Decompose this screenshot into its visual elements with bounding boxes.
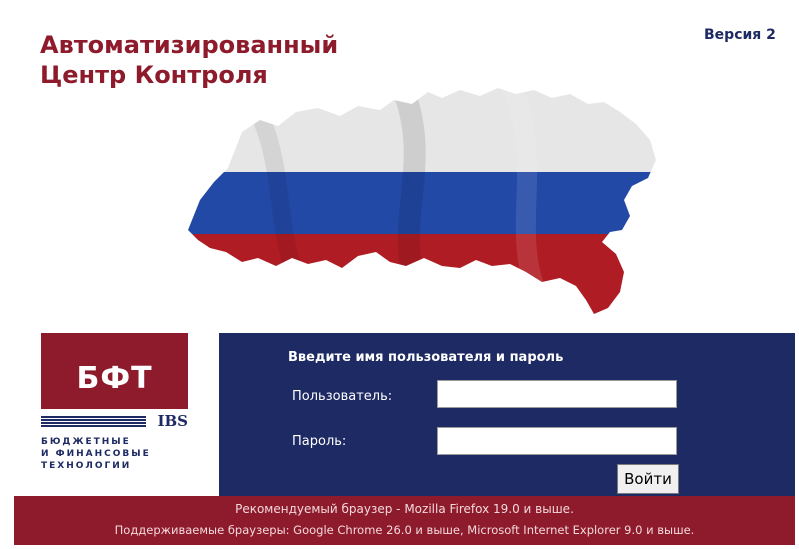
version-label: Версия 2 [704, 27, 776, 43]
russia-flag-map-icon [188, 88, 656, 314]
footer: Рекомендуемый браузер - Mozilla Firefox … [14, 496, 795, 545]
supported-browsers-text: Поддерживаемые браузеры: Google Chrome 2… [114, 523, 695, 537]
login-heading: Введите имя пользователя и пароль [288, 350, 564, 365]
logo-ibs-stripes [41, 416, 146, 427]
recommended-browser-text: Рекомендуемый браузер - Mozilla Firefox … [235, 502, 574, 516]
username-input[interactable] [437, 380, 677, 408]
logo-brand: БФТ [76, 361, 153, 396]
bft-ibs-logo: БФТ IBS БЮДЖЕТНЫЕ И ФИНАНСОВЫЕ ТЕХНОЛОГИ… [41, 333, 188, 494]
app-title-line1: Автоматизированный [40, 31, 339, 59]
logo-line1: БЮДЖЕТНЫЕ [41, 437, 131, 447]
login-panel: Введите имя пользователя и пароль Пользо… [219, 333, 795, 496]
app-title: Автоматизированный Центр Контроля [40, 30, 338, 90]
logo-line3: ТЕХНОЛОГИИ [41, 461, 132, 471]
password-label: Пароль: [292, 434, 347, 449]
logo-line2: И ФИНАНСОВЫЕ [41, 449, 151, 459]
logo-ibs: IBS [157, 412, 188, 430]
username-label: Пользователь: [292, 389, 393, 404]
login-button[interactable]: Войти [617, 464, 679, 494]
password-input[interactable] [437, 427, 677, 455]
